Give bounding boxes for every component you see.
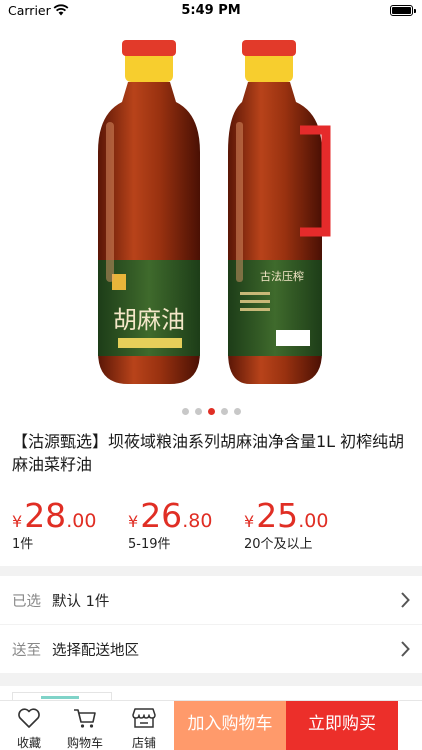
product-title: 【沽源甄选】坝莜域粮油系列胡麻油净含量1L 初榨纯胡麻油菜籽油 (12, 432, 405, 474)
product-image-carousel[interactable]: 胡麻油 古法压榨 (0, 22, 422, 420)
favorite-button[interactable]: 收藏 (4, 701, 54, 750)
carousel-page-indicator[interactable] (0, 408, 422, 415)
chevron-right-icon (401, 641, 410, 657)
price-tier-2: ¥26.80 5-19件 (128, 496, 212, 552)
cart-button[interactable]: 购物车 (60, 701, 110, 750)
carousel-dot[interactable] (194, 408, 202, 415)
battery-icon (390, 5, 416, 16)
selected-option-row[interactable]: 已选 默认 1件 (0, 576, 422, 624)
ship-to-label: 送至 (12, 643, 41, 659)
cart-label: 购物车 (66, 736, 103, 750)
selected-value: 默认 1件 (52, 594, 110, 610)
heart-icon (18, 708, 40, 728)
price-tier-1: ¥28.00 1件 (12, 496, 96, 552)
store-label: 店铺 (131, 736, 156, 750)
currency-symbol: ¥ (12, 512, 23, 531)
product-info: 【沽源甄选】坝莜域粮油系列胡麻油净含量1L 初榨纯胡麻油菜籽油 ¥28.00 1… (0, 420, 422, 566)
status-bar: Carrier 5:49 PM (0, 0, 422, 22)
shipping-address-row[interactable]: 送至 选择配送地区 (0, 625, 422, 673)
buy-now-button[interactable]: 立即购买 (286, 701, 398, 750)
bottle-brand-text: 古法压榨 (260, 269, 304, 283)
store-icon (132, 708, 156, 728)
store-button[interactable]: 店铺 (119, 701, 169, 750)
favorite-label: 收藏 (16, 736, 41, 750)
price-decimal: .00 (298, 510, 329, 532)
bottom-action-bar: 收藏 购物车 店铺 加入购物车 立即购买 (0, 700, 422, 750)
bottle-back: 古法压榨 (228, 40, 331, 384)
ship-to-value: 选择配送地区 (52, 643, 139, 659)
carousel-dot-active[interactable] (207, 408, 215, 415)
selected-label: 已选 (12, 594, 41, 610)
carousel-dot[interactable] (181, 408, 189, 415)
currency-symbol: ¥ (128, 512, 139, 531)
price-tier-3: ¥25.00 20个及以上 (244, 496, 328, 552)
clock: 5:49 PM (181, 3, 241, 18)
bottle-label-text: 胡麻油 (113, 306, 185, 334)
add-to-cart-button[interactable]: 加入购物车 (174, 701, 286, 750)
price-integer: 25 (256, 496, 299, 535)
price-decimal: .80 (182, 510, 213, 532)
product-photo: 胡麻油 古法压榨 (98, 40, 331, 384)
price-tier-quantity: 20个及以上 (244, 537, 313, 552)
price-decimal: .00 (66, 510, 97, 532)
price-tier-quantity: 5-19件 (128, 537, 171, 552)
shopping-cart-icon (74, 709, 96, 728)
currency-symbol: ¥ (244, 512, 255, 531)
price-tier-quantity: 1件 (12, 537, 34, 552)
chevron-right-icon (401, 592, 410, 608)
price-integer: 28 (24, 496, 67, 535)
price-integer: 26 (140, 496, 183, 535)
carousel-dot[interactable] (233, 408, 241, 415)
bottle-front: 胡麻油 (98, 40, 200, 384)
carousel-dot[interactable] (220, 408, 228, 415)
